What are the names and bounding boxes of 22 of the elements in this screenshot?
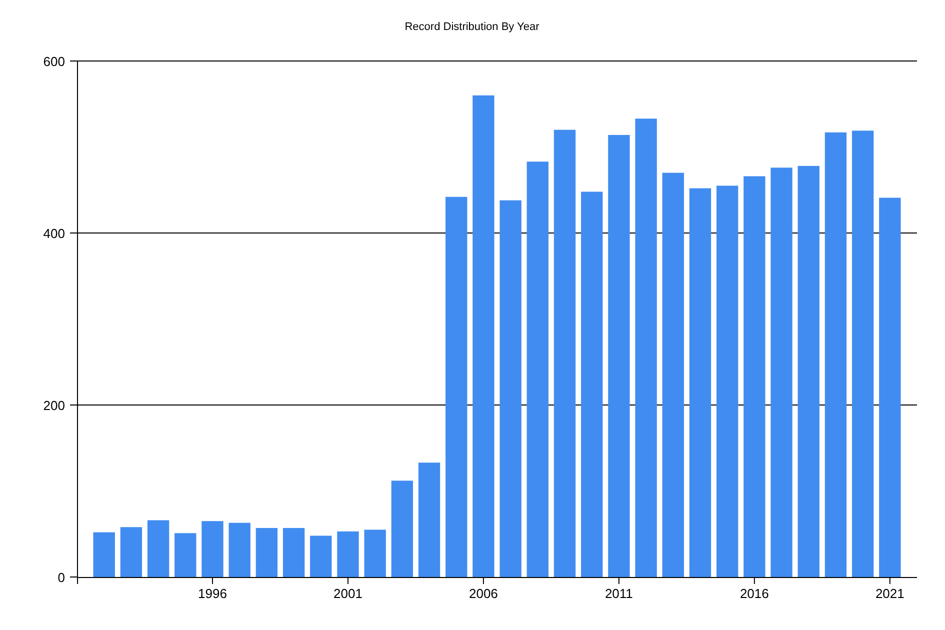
y-tick-label: 600 <box>43 54 65 69</box>
bar <box>364 530 386 577</box>
bar <box>256 528 278 577</box>
bar <box>174 533 196 577</box>
chart-title: Record Distribution By Year <box>404 21 540 33</box>
y-tick-label: 0 <box>58 570 65 585</box>
bar <box>202 521 224 577</box>
bar <box>228 522 250 577</box>
bar <box>93 532 115 577</box>
bar <box>337 531 359 577</box>
bar <box>282 528 305 577</box>
x-tick-label: 2011 <box>604 586 633 601</box>
x-tick-label: 2021 <box>875 586 904 601</box>
y-tick-label: 400 <box>43 226 65 241</box>
x-tick-label: 1996 <box>198 586 227 601</box>
x-tick-label: 2016 <box>740 586 769 601</box>
x-tick-label: 2006 <box>469 586 498 601</box>
x-tick-label: 2001 <box>334 586 362 601</box>
bar <box>120 527 142 577</box>
y-tick-label: 200 <box>43 398 65 413</box>
bar <box>147 520 170 577</box>
bar <box>310 536 332 577</box>
